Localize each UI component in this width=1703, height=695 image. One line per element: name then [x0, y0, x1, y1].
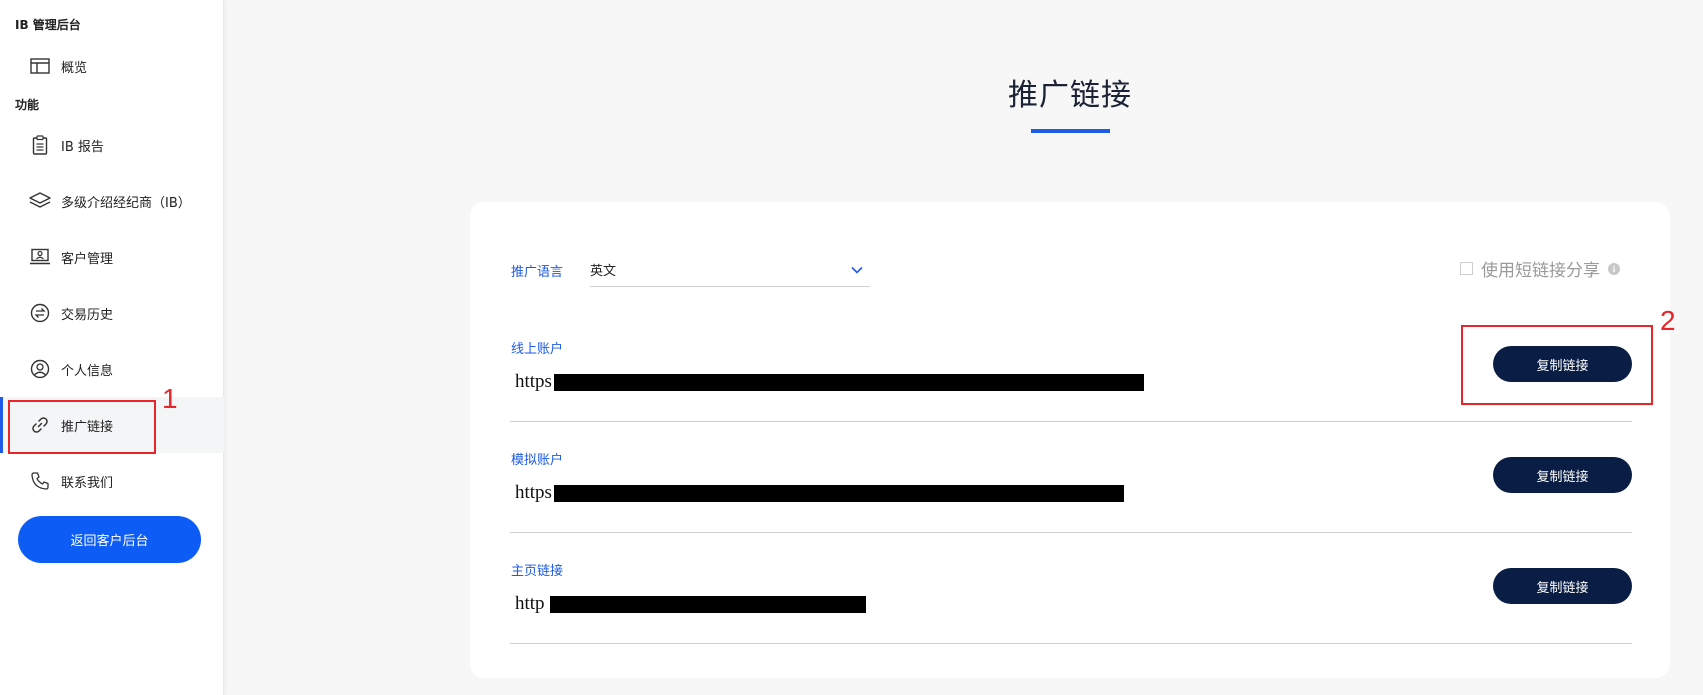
short-link-checkbox[interactable]	[1460, 262, 1473, 275]
annotation-box-2	[1461, 325, 1653, 405]
link-url: https	[515, 482, 552, 503]
sidebar-item-label: 联系我们	[61, 475, 114, 491]
laptop-user-icon	[29, 246, 51, 268]
sidebar-item-trade-history[interactable]: 交易历史	[0, 285, 224, 341]
sidebar-item-label: 客户管理	[61, 251, 114, 267]
redaction-bar	[550, 596, 866, 613]
sidebar-item-overview[interactable]: 概览	[0, 38, 224, 94]
layout-icon	[29, 55, 51, 77]
exchange-icon	[29, 302, 51, 324]
info-icon[interactable]: i	[1608, 262, 1620, 275]
section-label-features: 功能	[15, 98, 40, 112]
link-row-homepage: 主页链接 http	[510, 548, 1632, 644]
sidebar: IB 管理后台 概览 功能 IB 报告 多级介绍经纪商（IB） 客户管理 交易历…	[0, 0, 224, 695]
link-url: http	[515, 593, 545, 614]
link-url: https	[515, 371, 552, 392]
clipboard-icon	[29, 134, 51, 156]
phone-icon	[29, 470, 51, 492]
language-label: 推广语言	[511, 265, 564, 280]
chevron-down-icon	[851, 266, 863, 274]
link-label: 主页链接	[511, 564, 564, 579]
sidebar-item-label: 多级介绍经纪商（IB）	[61, 195, 191, 211]
sidebar-item-profile[interactable]: 个人信息	[0, 341, 224, 397]
short-link-label: 使用短链接分享	[1481, 261, 1600, 281]
redaction-bar	[554, 374, 1144, 391]
annotation-box-1	[8, 400, 156, 454]
sidebar-item-ib-report[interactable]: IB 报告	[0, 117, 224, 173]
sidebar-item-label: 概览	[61, 60, 88, 76]
sidebar-item-label: 交易历史	[61, 307, 114, 323]
language-select-value: 英文	[590, 264, 617, 279]
sidebar-item-label: IB 报告	[61, 139, 104, 155]
link-row-demo-account: 模拟账户 https	[510, 437, 1632, 533]
layers-icon	[29, 190, 51, 212]
page-title: 推广链接	[1008, 78, 1132, 113]
user-circle-icon	[29, 358, 51, 380]
sidebar-item-clients[interactable]: 客户管理	[0, 229, 224, 285]
redaction-bar	[554, 485, 1124, 502]
copy-link-button[interactable]: 复制链接	[1493, 568, 1632, 604]
language-select[interactable]: 英文	[590, 253, 870, 287]
short-link-option: 使用短链接分享 i	[1460, 256, 1620, 281]
sidebar-item-multi-level-ib[interactable]: 多级介绍经纪商（IB）	[0, 173, 224, 229]
section-label-admin: IB 管理后台	[15, 18, 81, 32]
link-label: 线上账户	[511, 342, 564, 357]
sidebar-item-contact[interactable]: 联系我们	[0, 453, 224, 509]
back-to-client-portal-button[interactable]: 返回客户后台	[18, 516, 201, 563]
title-underline	[1031, 129, 1110, 133]
copy-link-button[interactable]: 复制链接	[1493, 457, 1632, 493]
link-label: 模拟账户	[511, 453, 564, 468]
annotation-number-2: 2	[1660, 305, 1676, 336]
annotation-number-1: 1	[162, 383, 178, 414]
sidebar-item-label: 个人信息	[61, 363, 114, 379]
